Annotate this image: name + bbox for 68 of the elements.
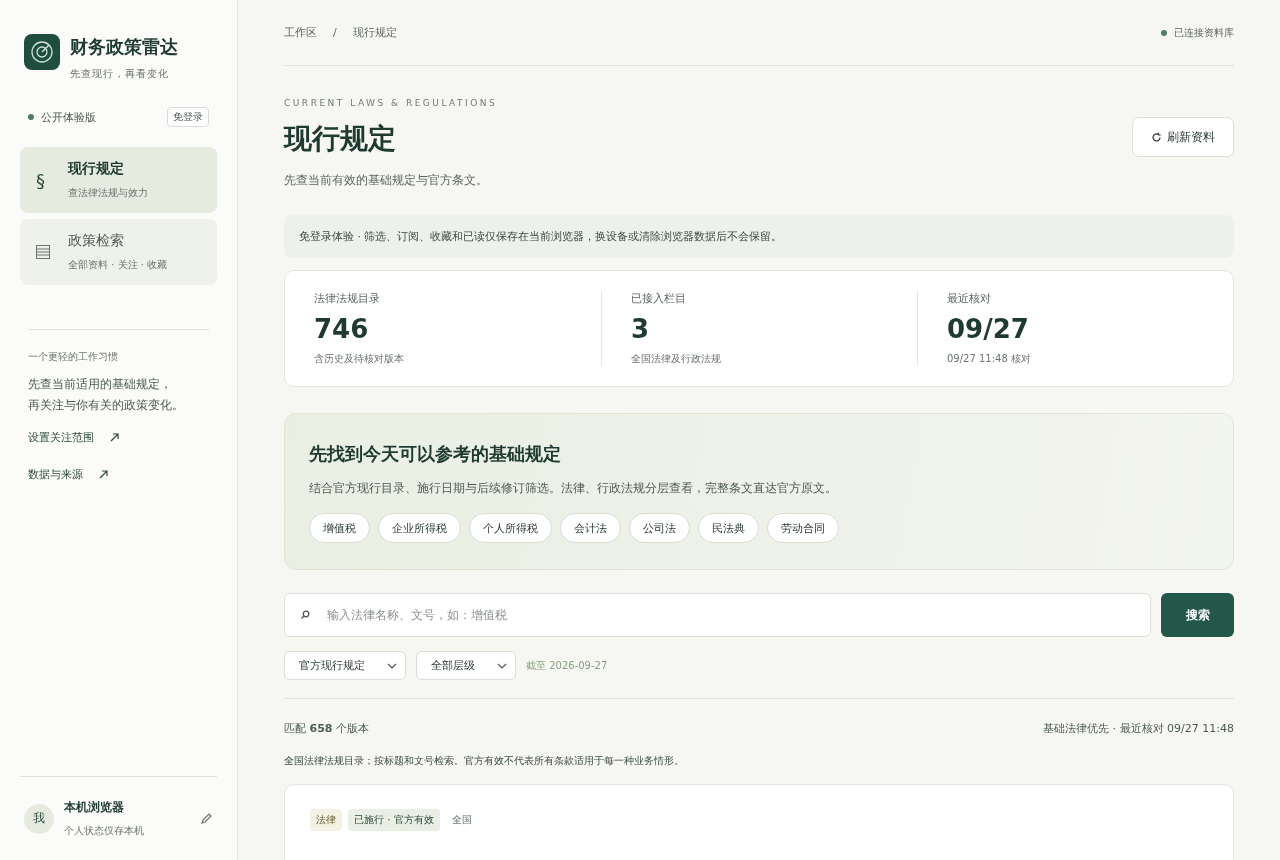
topic-chip[interactable]: 增值税: [309, 513, 370, 543]
topic-chip[interactable]: 个人所得税: [469, 513, 552, 543]
stat-label: 法律法规目录: [314, 291, 381, 306]
breadcrumb-item[interactable]: 工作区: [284, 25, 317, 40]
user-avatar: 我: [24, 803, 54, 834]
stat-value: 3: [631, 314, 651, 344]
region-label: 全国: [450, 813, 473, 827]
stat-note: 09/27 11:48 核对: [947, 352, 1032, 366]
filter-select[interactable]: 官方现行规定: [284, 651, 406, 680]
breadcrumb-item: 现行规定: [352, 25, 397, 40]
user-name: 本机浏览器: [64, 799, 125, 816]
sidebar-link[interactable]: 数据与来源: [28, 467, 209, 482]
nav-title: 政策检索: [68, 232, 125, 250]
tag: 法律: [310, 809, 342, 831]
chevron-down-icon: [497, 662, 507, 669]
stat-label: 最近核对: [947, 291, 992, 306]
result-note: 全国法律法规目录；按标题和文号检索。官方有效不代表所有条款适用于每一种业务情形。: [284, 754, 685, 768]
external-link-icon: [99, 470, 108, 479]
nav-item[interactable]: § 现行规定 查法律法规与效力: [20, 147, 217, 213]
connection-dot: [1161, 29, 1167, 36]
login-free-badge: 免登录: [167, 107, 209, 127]
chevron-down-icon: [387, 662, 397, 669]
habit-text: 先查当前适用的基础规定， 再关注与你有关的政策变化。: [28, 376, 185, 414]
status-dot: [28, 114, 34, 120]
nav-title: 现行规定: [68, 160, 125, 178]
hero-title: 先找到今天可以参考的基础规定: [309, 442, 562, 466]
breadcrumb-separator: /: [333, 26, 337, 39]
result-card[interactable]: 法律 已施行 · 官方有效 全国: [284, 784, 1234, 860]
nav-subtitle: 全部资料 · 关注 · 收藏: [68, 258, 168, 272]
refresh-button[interactable]: 刷新资料: [1132, 117, 1234, 157]
result-meta: 基础法律优先 · 最近核对 09/27 11:48: [1043, 721, 1234, 736]
stat-value: 746: [314, 314, 370, 344]
list-icon: [36, 245, 50, 259]
radar-logo-icon: [24, 34, 60, 70]
section-icon: §: [36, 169, 50, 191]
pencil-icon[interactable]: [200, 812, 213, 825]
page-subtitle: 先查当前有效的基础规定与官方条文。: [284, 172, 488, 189]
topic-chip[interactable]: 公司法: [629, 513, 690, 543]
topic-chip[interactable]: 劳动合同: [767, 513, 839, 543]
stat-value: 09/27: [947, 314, 1030, 344]
search-icon: [300, 610, 310, 620]
filter-select[interactable]: 全部层级: [416, 651, 516, 680]
habit-heading: 一个更轻的工作习惯: [28, 350, 119, 364]
notice-banner: 免登录体验 · 筛选、订阅、收藏和已读仅保存在当前浏览器，换设备或清除浏览器数据后不会保留。: [284, 215, 1234, 258]
edition-label: 公开体验版: [41, 109, 96, 125]
result-count: 匹配 658 个版本: [284, 721, 369, 736]
external-link-icon: [110, 433, 119, 442]
cutoff-date: 截至 2026-09-27: [526, 658, 608, 673]
app-tagline: 先查现行，再看变化: [70, 67, 170, 81]
sidebar-link[interactable]: 设置关注范围: [28, 430, 209, 445]
page-title: 现行规定: [284, 121, 397, 157]
app-name: 财务政策雷达: [70, 35, 178, 59]
eyebrow-label: CURRENT LAWS & REGULATIONS: [284, 98, 499, 108]
search-field[interactable]: 输入法律名称、文号，如：增值税: [284, 593, 1151, 637]
stat-note: 含历史及待核对版本: [314, 352, 405, 366]
topic-chip[interactable]: 民法典: [698, 513, 759, 543]
topic-chip[interactable]: 会计法: [560, 513, 621, 543]
nav-subtitle: 查法律法规与效力: [68, 186, 148, 200]
stat-note: 全国法律及行政法规: [631, 352, 722, 366]
connection-status: 已连接资料库: [1174, 25, 1234, 40]
topic-chip[interactable]: 企业所得税: [378, 513, 461, 543]
user-note: 个人状态仅存本机: [64, 824, 145, 838]
nav-item[interactable]: 政策检索 全部资料 · 关注 · 收藏: [20, 219, 217, 285]
stat-label: 已接入栏目: [631, 291, 687, 306]
hero-text: 结合官方现行目录、施行日期与后续修订筛选。法律、行政法规分层查看，完整条文直达官方原文。: [309, 480, 838, 497]
tag: 已施行 · 官方有效: [348, 809, 440, 831]
refresh-icon: [1151, 131, 1162, 143]
search-button[interactable]: 搜索: [1161, 593, 1234, 637]
